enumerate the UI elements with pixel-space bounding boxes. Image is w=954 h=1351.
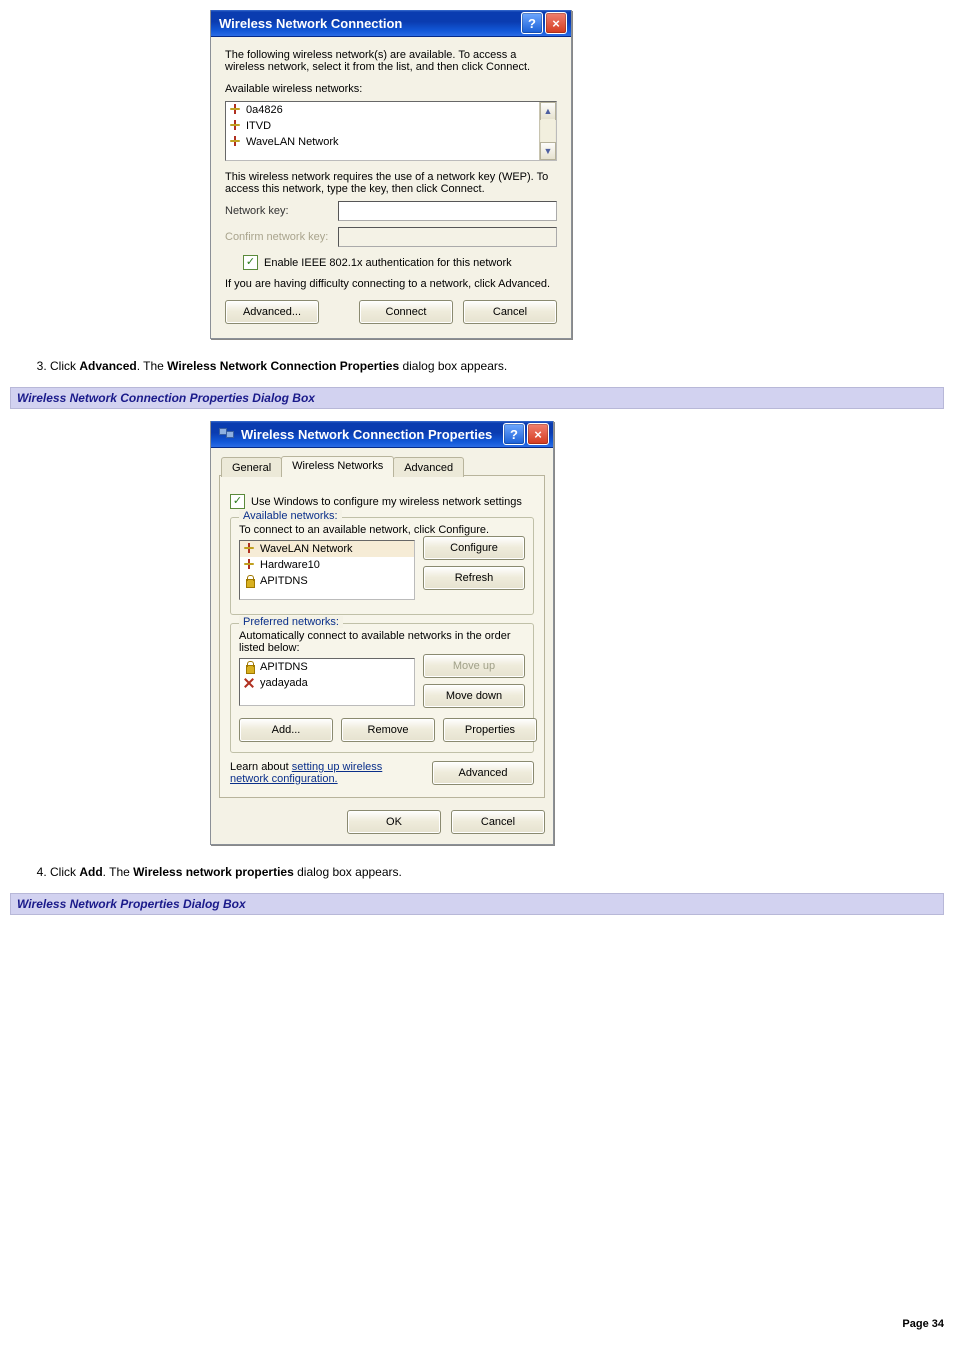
preferred-legend: Preferred networks: [239,616,343,628]
tower-icon [244,543,254,555]
confirm-key-label: Confirm network key: [225,231,330,243]
close-icon[interactable]: × [545,12,567,34]
tab-advanced[interactable]: Advanced [393,457,464,477]
titlebar: Wireless Network Connection Properties ?… [211,421,553,448]
checkbox-icon: ✓ [243,255,258,270]
figure-wireless-properties: Wireless Network Connection Properties ?… [10,421,944,845]
titlebar: Wireless Network Connection ? × [211,10,571,37]
use-windows-checkbox[interactable]: ✓ Use Windows to configure my wireless n… [230,494,534,509]
advanced-button[interactable]: Advanced [432,761,534,785]
list-item: ITVD [246,120,271,132]
figure-wireless-connect: Wireless Network Connection ? × The foll… [10,10,944,339]
move-down-button[interactable]: Move down [423,684,525,708]
step-list: Click Advanced. The Wireless Network Con… [10,359,944,373]
step-4: Click Add. The Wireless network properti… [50,865,944,879]
tab-wireless-networks[interactable]: Wireless Networks [281,456,394,476]
dialog-wireless-connection: Wireless Network Connection ? × The foll… [210,10,572,339]
preferred-hint: Automatically connect to available netwo… [239,630,525,654]
lock-icon [244,661,254,673]
tower-icon [230,104,240,116]
tab-general[interactable]: General [221,457,282,477]
page-number: Page 34 [902,1318,944,1330]
tower-icon [230,120,240,132]
preferred-list[interactable]: APITDNS yadayada [239,658,415,706]
x-icon [244,677,254,689]
confirm-key-input [338,227,557,247]
available-list[interactable]: WaveLAN Network Hardware10 APITDNS [239,540,415,600]
learn-about-text: Learn about setting up wireless network … [230,761,422,785]
available-networks-list[interactable]: 0a4826 ITVD WaveLAN Network ▲ ▼ [225,101,557,161]
available-networks-label: Available wireless networks: [225,83,557,95]
list-item: 0a4826 [246,104,283,116]
configure-button[interactable]: Configure [423,536,525,560]
available-legend: Available networks: [239,510,342,522]
section-heading-properties: Wireless Network Connection Properties D… [10,387,944,409]
network-icon [219,426,235,442]
list-item: Hardware10 [260,559,320,571]
available-hint: To connect to an available network, clic… [239,524,525,536]
network-key-label: Network key: [225,205,330,217]
preferred-networks-group: Preferred networks: Automatically connec… [230,623,534,753]
help-icon[interactable]: ? [521,12,543,34]
cancel-button[interactable]: Cancel [463,300,557,324]
move-up-button[interactable]: Move up [423,654,525,678]
refresh-button[interactable]: Refresh [423,566,525,590]
list-item: APITDNS [260,661,308,673]
available-networks-group: Available networks: To connect to an ava… [230,517,534,615]
tab-bar: General Wireless Networks Advanced [219,456,545,476]
section-heading-net-properties: Wireless Network Properties Dialog Box [10,893,944,915]
tab-content: ✓ Use Windows to configure my wireless n… [219,475,545,798]
scroll-up-icon[interactable]: ▲ [540,102,556,120]
difficulty-note: If you are having difficulty connecting … [225,278,557,290]
wep-note: This wireless network requires the use o… [225,171,557,195]
ok-button[interactable]: OK [347,810,441,834]
list-item: yadayada [260,677,308,689]
list-item: WaveLAN Network [260,543,353,555]
dialog-title: Wireless Network Connection [219,16,521,31]
properties-button[interactable]: Properties [443,718,537,742]
tower-icon [230,136,240,148]
connect-button[interactable]: Connect [359,300,453,324]
intro-text: The following wireless network(s) are av… [225,49,557,73]
step-3: Click Advanced. The Wireless Network Con… [50,359,944,373]
lock-icon [244,575,254,587]
advanced-button[interactable]: Advanced... [225,300,319,324]
dialog-wireless-properties: Wireless Network Connection Properties ?… [210,421,554,845]
list-item: APITDNS [260,575,308,587]
add-button[interactable]: Add... [239,718,333,742]
cancel-button[interactable]: Cancel [451,810,545,834]
list-item: WaveLAN Network [246,136,339,148]
scroll-down-icon[interactable]: ▼ [540,142,556,160]
enable-8021x-checkbox[interactable]: ✓ Enable IEEE 802.1x authentication for … [243,255,557,270]
enable-8021x-label: Enable IEEE 802.1x authentication for th… [264,257,512,269]
dialog-title: Wireless Network Connection Properties [241,427,503,442]
scrollbar[interactable]: ▲ ▼ [539,102,556,160]
step-list: Click Add. The Wireless network properti… [10,865,944,879]
network-key-input[interactable] [338,201,557,221]
help-icon[interactable]: ? [503,423,525,445]
use-windows-label: Use Windows to configure my wireless net… [251,496,522,508]
close-icon[interactable]: × [527,423,549,445]
remove-button[interactable]: Remove [341,718,435,742]
tower-icon [244,559,254,571]
checkbox-icon: ✓ [230,494,245,509]
